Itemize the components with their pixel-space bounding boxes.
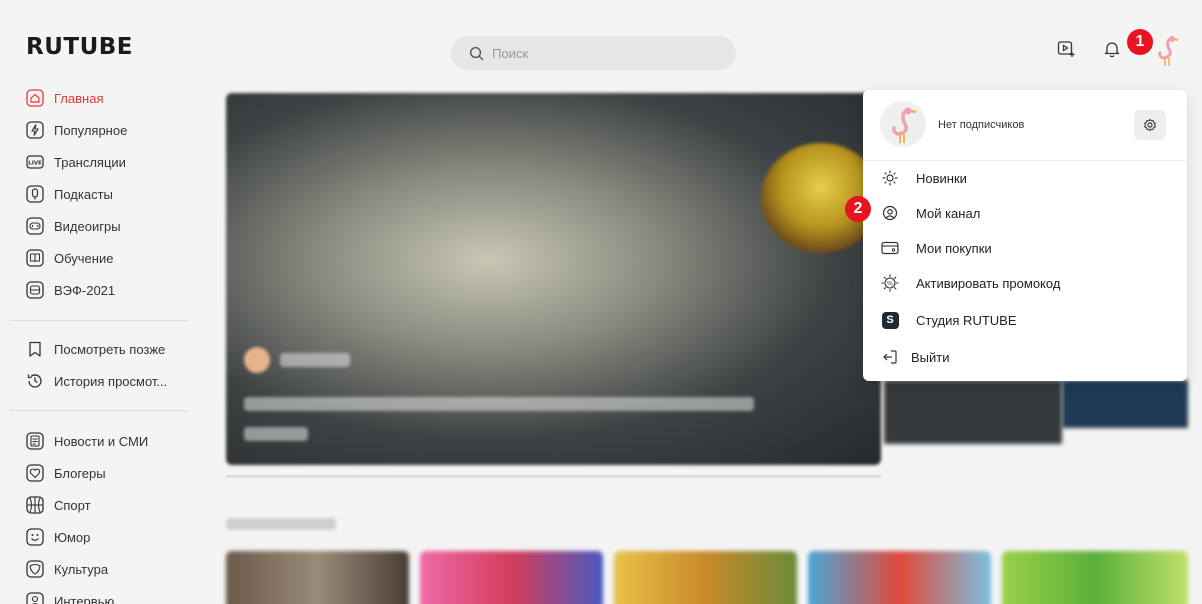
carousel-progress [226,475,881,478]
video-thumbnail[interactable] [1002,551,1188,604]
channel-avatar [244,347,270,373]
sidebar-item-label: Подкасты [54,186,113,202]
sidebar-item-label: Новости и СМИ [54,433,149,449]
menu-item-label: Новинки [916,170,967,186]
blurred-video-title [244,427,308,441]
step-marker-1: 1 [1127,29,1153,55]
menu-item-purchases[interactable]: Мои покупки [881,237,992,259]
sidebar-item-forum[interactable]: ВЭФ-2021 [26,279,115,301]
profile-avatar[interactable] [880,101,926,147]
sidebar-item-interview[interactable]: Интервью [26,590,114,604]
podcast-icon [26,185,44,203]
video-thumbnail[interactable] [808,551,991,604]
sidebar-item-label: История просмот... [54,373,168,389]
sidebar-divider [10,410,188,411]
basketball-icon [26,496,44,514]
sidebar-item-history[interactable]: История просмот... [26,370,167,392]
search-icon [469,46,484,61]
video-thumbnail[interactable] [226,551,409,604]
video-thumbnail[interactable] [420,551,603,604]
heart-icon [26,464,44,482]
studio-icon: S [881,311,899,329]
svg-text:%: % [887,280,893,288]
sidebar-item-label: Трансляции [54,154,126,170]
history-icon [26,372,44,390]
sidebar-item-popular[interactable]: Популярное [26,119,127,141]
sidebar-item-label: Посмотреть позже [54,341,166,357]
gamepad-icon [26,217,44,235]
sidebar-item-videogames[interactable]: Видеоигры [26,215,121,237]
sidebar-item-label: Главная [54,90,104,106]
profile-dropdown-menu: Нет подписчиков Новинки Мой канал Мои по… [863,90,1187,381]
smile-icon [26,528,44,546]
menu-item-logout[interactable]: Выйти [881,346,950,368]
subscriber-count: Нет подписчиков [938,119,1025,131]
sidebar-item-podcasts[interactable]: Подкасты [26,183,113,205]
menu-item-new[interactable]: Новинки [881,167,967,189]
menu-item-studio[interactable]: S Студия RUTUBE [881,309,1017,331]
menu-item-label: Мой канал [916,205,981,221]
sidebar-item-bloggers[interactable]: Блогеры [26,462,106,484]
search-input[interactable] [492,45,712,61]
gear-icon [1143,118,1157,132]
interview-icon [26,592,44,604]
sidebar-item-home[interactable]: Главная [26,87,103,109]
upload-video-icon[interactable] [1057,40,1075,63]
notification-bell-icon[interactable] [1104,40,1120,63]
sidebar-item-label: Культура [54,561,109,577]
sidebar-item-culture[interactable]: Культура [26,558,108,580]
culture-icon [26,560,44,578]
user-avatar[interactable] [1151,33,1183,69]
sidebar-divider [10,320,188,321]
featured-video-thumbnail[interactable] [226,93,881,465]
sun-icon [881,169,899,187]
sidebar-item-live[interactable]: LIVE Трансляции [26,151,126,173]
logout-icon [881,348,899,366]
sidebar-item-label: Спорт [54,497,91,513]
sidebar-item-sport[interactable]: Спорт [26,494,91,516]
menu-divider [863,160,1187,161]
blurred-section-title [226,518,336,530]
settings-button[interactable] [1134,110,1166,140]
menu-item-my-channel[interactable]: Мой канал [881,202,980,224]
studio-glyph: S [881,311,899,329]
menu-item-label: Мои покупки [916,240,992,256]
blurred-video-title [244,397,754,411]
sidebar-item-label: Блогеры [54,465,106,481]
step-marker-2: 2 [845,196,871,222]
lightning-icon [26,121,44,139]
profile-summary: Нет подписчиков [863,90,1187,158]
wallet-icon [881,239,899,257]
sidebar-item-news[interactable]: Новости и СМИ [26,430,148,452]
live-icon: LIVE [26,153,44,171]
sidebar-item-education[interactable]: Обучение [26,247,113,269]
sidebar-item-humor[interactable]: Юмор [26,526,90,548]
menu-item-label: Активировать промокод [916,275,1061,291]
home-icon [26,89,44,107]
rutube-logo[interactable]: RUTUBE [26,34,133,60]
video-thumbnail[interactable] [614,551,797,604]
user-circle-icon [881,204,899,222]
sidebar-item-watch-later[interactable]: Посмотреть позже [26,338,165,360]
svg-text:LIVE: LIVE [28,161,42,167]
sidebar-item-label: Юмор [54,529,91,545]
menu-item-label: Выйти [911,349,950,365]
forum-icon [26,281,44,299]
next-video-thumbnail[interactable] [1062,380,1188,428]
search-bar[interactable] [451,36,736,70]
book-icon [26,249,44,267]
bookmark-icon [26,340,44,358]
menu-item-label: Студия RUTUBE [916,312,1017,328]
sidebar-item-label: Популярное [54,122,128,138]
next-video-thumbnail[interactable] [884,380,1062,444]
news-icon [26,432,44,450]
sidebar-item-label: Обучение [54,250,114,266]
menu-item-promo[interactable]: % Активировать промокод [881,272,1060,294]
blurred-channel-name [280,353,350,367]
promo-icon: % [881,274,899,292]
top-header: RUTUBE 1 [0,0,1202,86]
sidebar-item-label: ВЭФ-2021 [54,282,116,298]
sidebar-item-label: Интервью [54,593,115,604]
sidebar-item-label: Видеоигры [54,218,121,234]
